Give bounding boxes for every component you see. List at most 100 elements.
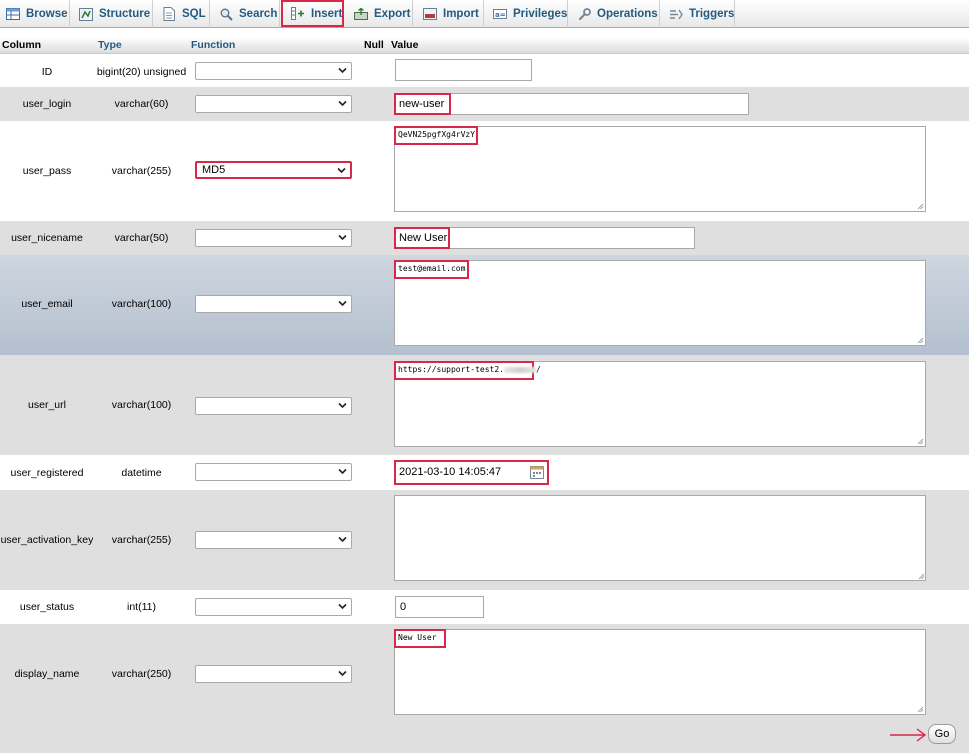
- function-select[interactable]: [195, 397, 352, 415]
- resize-grip-icon[interactable]: [917, 706, 924, 713]
- tab-label: SQL: [182, 8, 206, 20]
- resize-grip-icon[interactable]: [917, 203, 924, 210]
- chevron-down-icon: [338, 234, 347, 241]
- value-textarea-display-name[interactable]: [394, 629, 926, 715]
- function-select[interactable]: [195, 62, 352, 80]
- browse-icon: [6, 8, 20, 21]
- chevron-down-icon: [338, 67, 347, 74]
- function-select[interactable]: [195, 665, 352, 683]
- export-icon: [354, 8, 368, 21]
- chevron-down-icon: [338, 603, 347, 610]
- chevron-down-icon: [338, 300, 347, 307]
- tab-bar: Browse Structure SQL Search Insert Expor…: [0, 0, 969, 28]
- highlight-user-email: test@email.com: [394, 260, 469, 279]
- value-textarea-user-activation-key[interactable]: [394, 495, 926, 581]
- chevron-down-icon: [338, 100, 347, 107]
- column-type: datetime: [121, 467, 162, 479]
- function-select[interactable]: MD5: [195, 161, 352, 179]
- highlight-user-login: new-user: [394, 93, 451, 115]
- column-type: varchar(255): [111, 165, 172, 177]
- column-name: user_nicename: [11, 232, 83, 244]
- table-row-user-activation-key: user_activation_key varchar(255): [0, 490, 969, 590]
- tab-triggers[interactable]: Triggers: [660, 0, 735, 28]
- chevron-down-icon: [338, 536, 347, 543]
- resize-grip-icon[interactable]: [917, 438, 924, 445]
- column-name: user_login: [22, 98, 72, 110]
- column-type: varchar(250): [111, 668, 172, 680]
- tab-label: Operations: [597, 8, 658, 20]
- table-row-user-email: user_email varchar(100) test@email.com: [0, 255, 969, 355]
- function-select[interactable]: [195, 531, 352, 549]
- value-textarea-user-email[interactable]: [394, 260, 926, 346]
- triggers-icon: [669, 8, 683, 21]
- tab-structure[interactable]: Structure: [70, 0, 153, 28]
- table-header: Column Type Function Null Value: [0, 37, 969, 54]
- header-column: Column: [2, 39, 42, 51]
- tab-insert[interactable]: Insert: [281, 0, 344, 27]
- column-name: display_name: [14, 668, 80, 680]
- value-input-id[interactable]: [395, 59, 532, 81]
- table-row-user-registered: user_registered datetime 2021-03-10 14:0…: [0, 455, 969, 490]
- header-type[interactable]: Type: [98, 39, 122, 51]
- highlight-user-url: https://support-test2. /: [394, 361, 541, 380]
- privileges-icon: a=: [493, 8, 507, 21]
- tab-import[interactable]: Import: [413, 0, 484, 28]
- highlight-display-name: New User: [394, 629, 446, 648]
- svg-text:a=: a=: [495, 11, 506, 19]
- search-icon: [219, 8, 233, 21]
- function-select[interactable]: [195, 229, 352, 247]
- chevron-down-icon: [338, 670, 347, 677]
- tab-operations[interactable]: Operations: [568, 0, 660, 28]
- tab-label: Import: [443, 8, 479, 20]
- function-select[interactable]: [195, 598, 352, 616]
- chevron-down-icon: [337, 167, 346, 174]
- arrow-right-icon: [890, 728, 927, 742]
- tab-label: Search: [239, 8, 278, 20]
- column-type: varchar(100): [111, 399, 172, 411]
- function-select[interactable]: [195, 295, 352, 313]
- resize-grip-icon[interactable]: [918, 573, 925, 580]
- column-name: user_url: [28, 399, 66, 411]
- column-type: bigint(20) unsigned: [96, 66, 187, 78]
- header-null: Null: [364, 39, 384, 51]
- tab-label: Triggers: [689, 8, 735, 20]
- table-row-user-nicename: user_nicename varchar(50) New User: [0, 221, 969, 255]
- function-select[interactable]: [195, 95, 352, 113]
- column-name: user_email: [21, 298, 73, 310]
- resize-grip-icon[interactable]: [917, 337, 924, 344]
- column-type: int(11): [127, 601, 156, 613]
- column-name: ID: [41, 66, 53, 78]
- header-function[interactable]: Function: [191, 39, 235, 51]
- sql-icon: [162, 7, 176, 21]
- function-value: MD5: [202, 164, 226, 176]
- column-type: varchar(60): [114, 98, 169, 110]
- highlight-user-nicename: New User: [394, 227, 450, 249]
- tab-search[interactable]: Search: [210, 0, 280, 28]
- tab-label: Insert: [311, 7, 343, 20]
- table-row-user-login: user_login varchar(60) new-user: [0, 87, 969, 121]
- highlight-user-pass: QeVN25pgfXg4rVzY: [394, 126, 478, 145]
- column-type: varchar(100): [111, 298, 172, 310]
- tab-sql[interactable]: SQL: [153, 0, 210, 28]
- column-type: varchar(50): [114, 232, 169, 244]
- table-row-display-name: display_name varchar(250) New User: [0, 624, 969, 724]
- datetime-value: 2021-03-10 14:05:47: [399, 466, 502, 478]
- form-footer: [0, 724, 969, 753]
- go-button[interactable]: Go: [928, 724, 956, 744]
- tab-export[interactable]: Export: [345, 0, 413, 28]
- value-input-user-status[interactable]: 0: [395, 596, 484, 618]
- tab-label: Structure: [99, 8, 151, 20]
- wrench-icon: [577, 7, 591, 21]
- url-suffix: /: [535, 365, 541, 374]
- table-row-user-url: user_url varchar(100) https://support-te…: [0, 355, 969, 455]
- tab-label: Export: [374, 8, 411, 20]
- function-select[interactable]: [195, 463, 352, 481]
- import-icon: [423, 8, 437, 21]
- value-input-user-registered[interactable]: 2021-03-10 14:05:47: [394, 460, 549, 485]
- tab-privileges[interactable]: a= Privileges: [484, 0, 568, 28]
- table-row-id: ID bigint(20) unsigned: [0, 55, 969, 87]
- table-row-user-status: user_status int(11) 0: [0, 590, 969, 624]
- tab-browse[interactable]: Browse: [0, 0, 70, 28]
- redacted-blur: [503, 366, 536, 373]
- calendar-icon[interactable]: [529, 465, 545, 480]
